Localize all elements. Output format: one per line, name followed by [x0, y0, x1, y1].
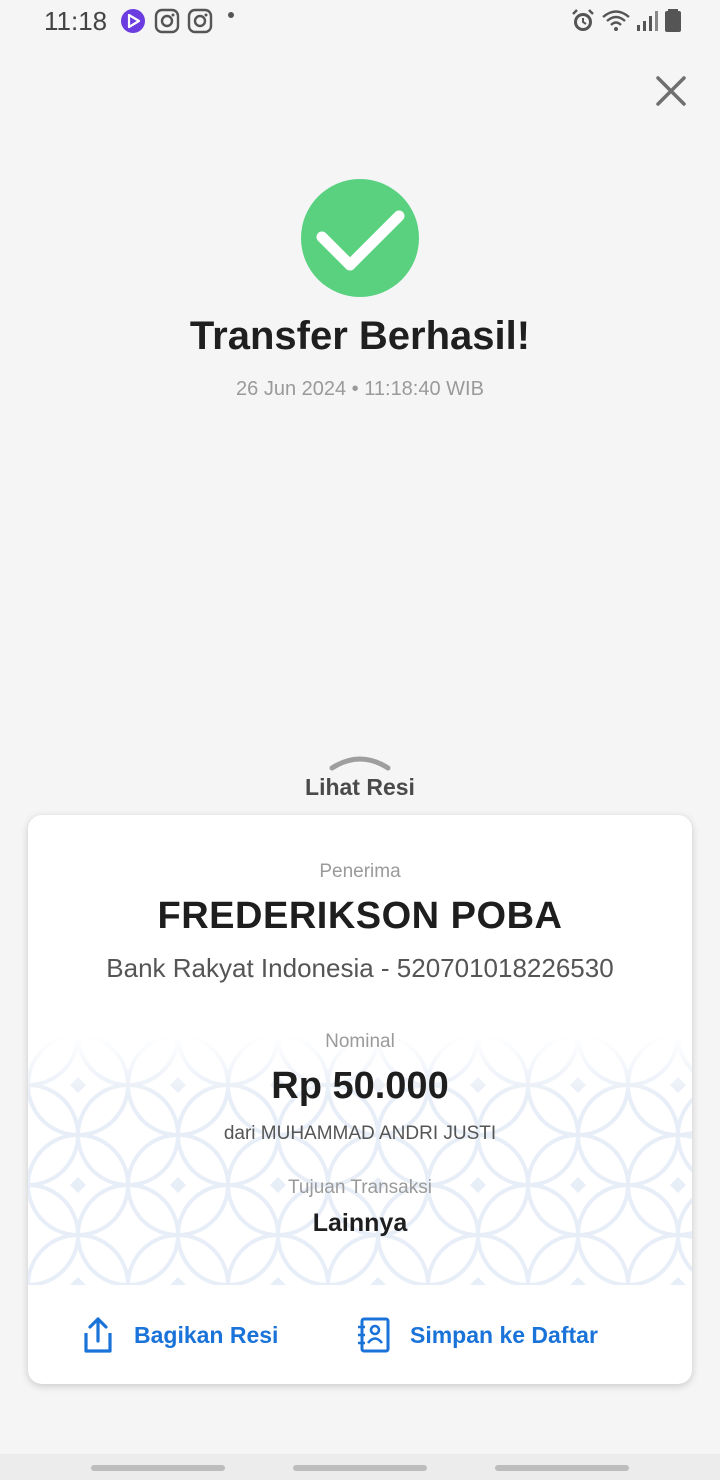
- signal-icon: [637, 11, 658, 31]
- recipient-bank-account: Bank Rakyat Indonesia - 520701018226530: [106, 953, 614, 983]
- media-app-icon: [121, 9, 145, 33]
- receipt-card: Penerima FREDERIKSON POBA Bank Rakyat In…: [28, 815, 692, 1384]
- nav-home-button[interactable]: [293, 1465, 427, 1471]
- share-receipt-button[interactable]: Bagikan Resi: [80, 1310, 278, 1360]
- instagram-icon: [187, 8, 213, 34]
- status-bar: 11:18: [0, 0, 720, 44]
- nav-recents-button[interactable]: [91, 1465, 225, 1471]
- transaction-datetime: 26 Jun 2024 • 11:18:40 WIB: [236, 378, 484, 400]
- alarm-icon: [572, 9, 594, 31]
- view-receipt-label: Lihat Resi: [305, 774, 415, 800]
- notification-dot: [228, 12, 234, 18]
- recipient-name: FREDERIKSON POBA: [157, 895, 563, 937]
- save-to-list-button[interactable]: Simpan ke Daftar: [356, 1310, 598, 1360]
- status-time: 11:18: [44, 6, 108, 36]
- transaction-purpose: Lainnya: [312, 1209, 408, 1237]
- sender-name: dari MUHAMMAD ANDRI JUSTI: [223, 1123, 497, 1144]
- instagram-icon: [154, 8, 180, 34]
- close-icon: [656, 76, 686, 106]
- system-nav-bar: [0, 1454, 720, 1480]
- nav-back-button[interactable]: [495, 1465, 629, 1471]
- save-to-list-label: Simpan ke Daftar: [410, 1321, 598, 1348]
- transfer-amount: Rp 50.000: [271, 1065, 449, 1107]
- share-receipt-label: Bagikan Resi: [134, 1321, 279, 1348]
- wifi-icon: [602, 10, 630, 31]
- purpose-label: Tujuan Transaksi: [288, 1177, 432, 1198]
- battery-icon: [665, 9, 681, 32]
- share-icon: [84, 1317, 112, 1353]
- success-badge: [301, 179, 419, 297]
- view-receipt-toggle[interactable]: Lihat Resi: [260, 748, 460, 808]
- check-icon: [316, 210, 405, 271]
- chevron-up-icon: [329, 756, 391, 771]
- page-title: Transfer Berhasil!: [189, 314, 531, 358]
- amount-label: Nominal: [325, 1031, 395, 1052]
- close-button[interactable]: [648, 68, 694, 114]
- contact-list-icon: [358, 1317, 390, 1353]
- recipient-label: Penerima: [319, 861, 401, 882]
